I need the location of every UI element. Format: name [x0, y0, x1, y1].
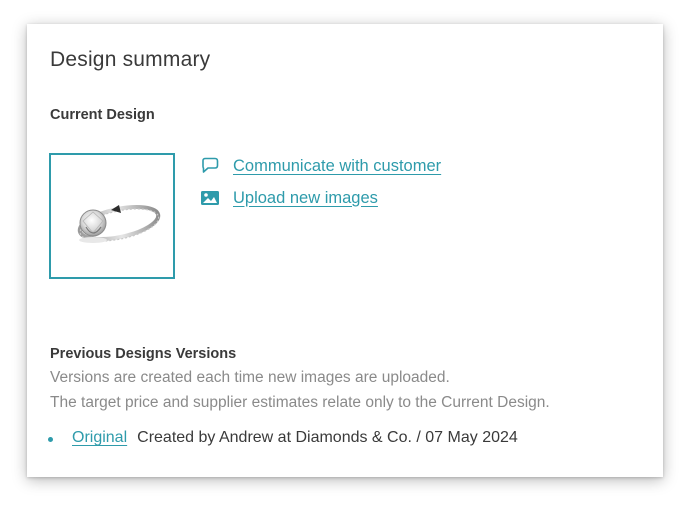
communicate-with-customer-link[interactable]: Communicate with customer: [233, 157, 441, 176]
upload-new-images-action[interactable]: Upload new images: [199, 186, 441, 210]
version-link-original[interactable]: Original: [72, 429, 127, 447]
version-list-item: Original Created by Andrew at Diamonds &…: [48, 429, 518, 447]
design-summary-card: Design summary Current Design Communicat…: [27, 24, 663, 477]
list-bullet: [48, 436, 53, 442]
ring-image: [77, 204, 161, 243]
versions-description: Versions are created each time new image…: [50, 369, 450, 386]
current-design-label: Current Design: [50, 107, 155, 123]
image-icon: [199, 188, 221, 208]
panel-title: Design summary: [50, 48, 211, 71]
current-design-thumbnail[interactable]: [49, 153, 175, 279]
speech-bubble-icon: [199, 156, 221, 176]
current-design-actions: Communicate with customer Upload new ima…: [199, 154, 441, 218]
upload-new-images-link[interactable]: Upload new images: [233, 189, 378, 208]
previous-designs-label: Previous Designs Versions: [50, 346, 237, 362]
versions-note: The target price and supplier estimates …: [50, 394, 550, 411]
communicate-with-customer-action[interactable]: Communicate with customer: [199, 154, 441, 178]
version-meta: Created by Andrew at Diamonds & Co. / 07…: [137, 429, 518, 446]
